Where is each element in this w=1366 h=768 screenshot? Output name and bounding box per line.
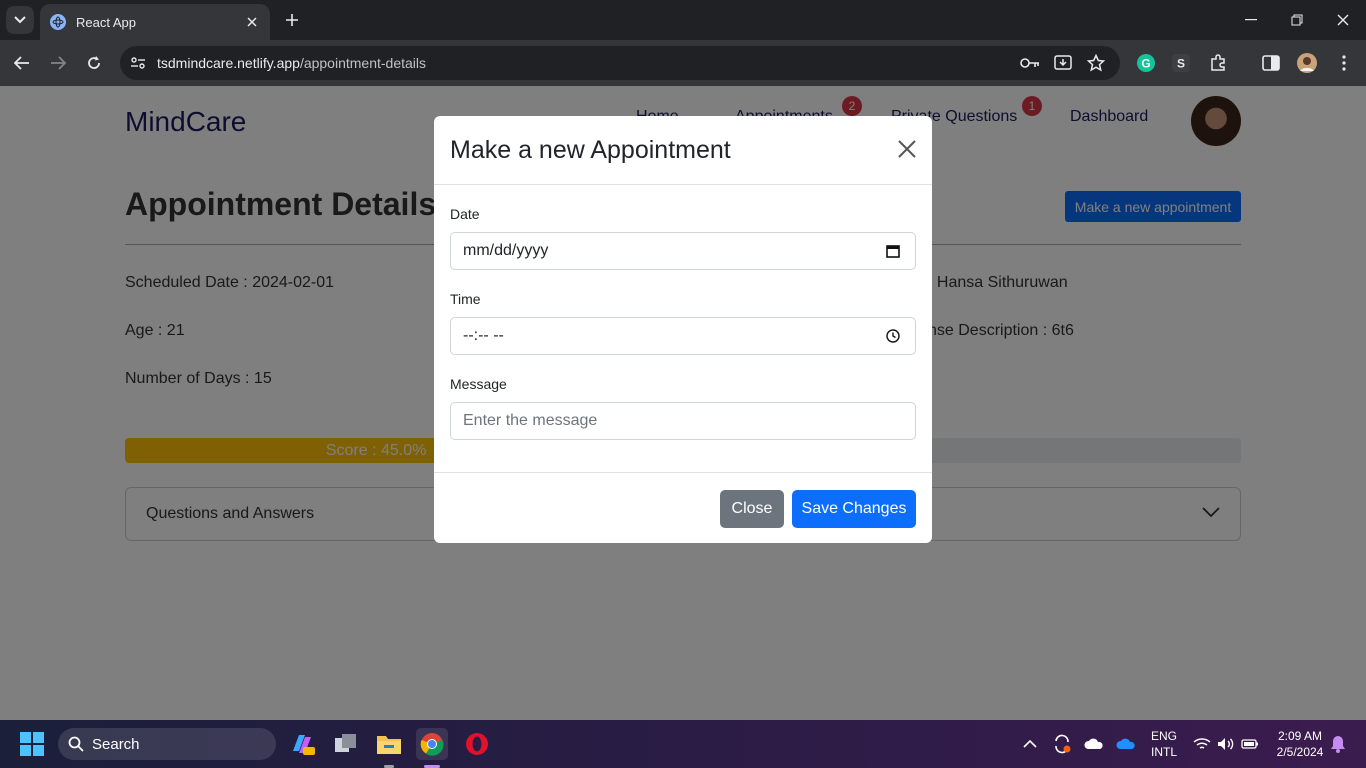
password-key-icon[interactable] [1020,53,1040,73]
taskbar-search-box[interactable]: Search [58,728,276,760]
show-hidden-icons-chevron-icon[interactable] [1014,728,1046,760]
clock-date: 2/5/2024 [1276,745,1324,759]
url-path: /appointment-details [299,55,427,71]
date-input[interactable]: mm/dd/yyyy [450,232,916,270]
opera-icon[interactable] [461,728,493,760]
time-placeholder: --:-- -- [463,327,504,344]
svg-text:S: S [1177,57,1185,71]
search-icon [68,736,84,752]
site-settings-icon[interactable] [128,53,148,73]
chevron-down-icon [14,16,26,24]
file-explorer-icon[interactable] [373,728,405,760]
windows-start-icon[interactable] [16,728,48,760]
s-extension-icon[interactable]: S [1170,52,1192,74]
modal-header: Make a new Appointment [434,116,932,185]
install-app-icon[interactable] [1053,53,1073,73]
new-tab-plus-icon[interactable] [280,8,304,32]
profile-avatar-icon[interactable] [1296,52,1318,74]
browser-toolbar: tsdmindcare.netlify.app/appointment-deta… [0,40,1366,86]
battery-icon[interactable] [1234,728,1266,760]
time-input[interactable]: --:-- -- [450,317,916,355]
date-label: Date [450,206,480,222]
extensions-puzzle-icon[interactable] [1207,52,1229,74]
windows-taskbar: Search ENG INTL 2:09 AM 2/5/2024 [0,720,1366,768]
reload-icon[interactable] [80,49,108,77]
clock-time: 2:09 AM [1277,729,1323,743]
time-label: Time [450,291,481,307]
new-appointment-modal: Make a new Appointment Date mm/dd/yyyy T… [434,116,932,543]
notification-bell-icon[interactable] [1322,728,1354,760]
save-changes-button[interactable]: Save Changes [792,490,916,528]
date-placeholder: mm/dd/yyyy [463,242,549,259]
language-line2: INTL [1150,745,1177,759]
chrome-taskbar-icon[interactable] [416,728,448,760]
modal-close-icon[interactable] [896,138,918,160]
minimize-icon[interactable] [1228,0,1274,40]
browser-tab-bar: React App [0,0,1366,40]
web-page: MindCare Home Appointments 2 Private Que… [0,86,1366,720]
modal-footer: Close Save Changes [434,472,932,543]
calendar-icon[interactable] [885,243,901,259]
onedrive-personal-icon[interactable] [1078,728,1110,760]
message-placeholder: Enter the message [463,412,598,429]
task-view-icon[interactable] [330,728,362,760]
taskbar-search-label: Search [92,735,140,753]
restore-icon[interactable] [1274,0,1320,40]
sync-icon[interactable] [1046,728,1078,760]
url-domain: tsdmindcare.netlify.app [157,55,300,71]
svg-text:G: G [1141,57,1150,71]
clock-icon[interactable] [885,328,901,344]
browser-tab[interactable]: React App [40,4,270,40]
window-close-icon[interactable] [1320,0,1366,40]
message-input[interactable]: Enter the message [450,402,916,440]
react-favicon-icon [50,14,66,30]
tab-close-icon[interactable] [244,14,260,30]
onedrive-business-icon[interactable] [1110,728,1142,760]
url-text: tsdmindcare.netlify.app/appointment-deta… [157,55,426,71]
language-indicator[interactable]: ENG INTL [1146,728,1182,760]
copilot-icon[interactable] [286,728,318,760]
back-arrow-icon[interactable] [8,49,36,77]
address-bar[interactable]: tsdmindcare.netlify.app/appointment-deta… [120,46,1120,80]
grammarly-extension-icon[interactable]: G [1135,52,1157,74]
chrome-menu-icon[interactable] [1333,52,1355,74]
bookmark-star-icon[interactable] [1086,53,1106,73]
side-panel-icon[interactable] [1260,52,1282,74]
modal-title: Make a new Appointment [450,136,731,164]
clock[interactable]: 2:09 AM 2/5/2024 [1270,728,1330,760]
message-label: Message [450,376,507,392]
language-line1: ENG [1150,729,1177,743]
tab-title: React App [76,14,136,30]
close-button[interactable]: Close [720,490,784,528]
tab-search-button[interactable] [6,6,34,34]
forward-arrow-icon[interactable] [44,49,72,77]
